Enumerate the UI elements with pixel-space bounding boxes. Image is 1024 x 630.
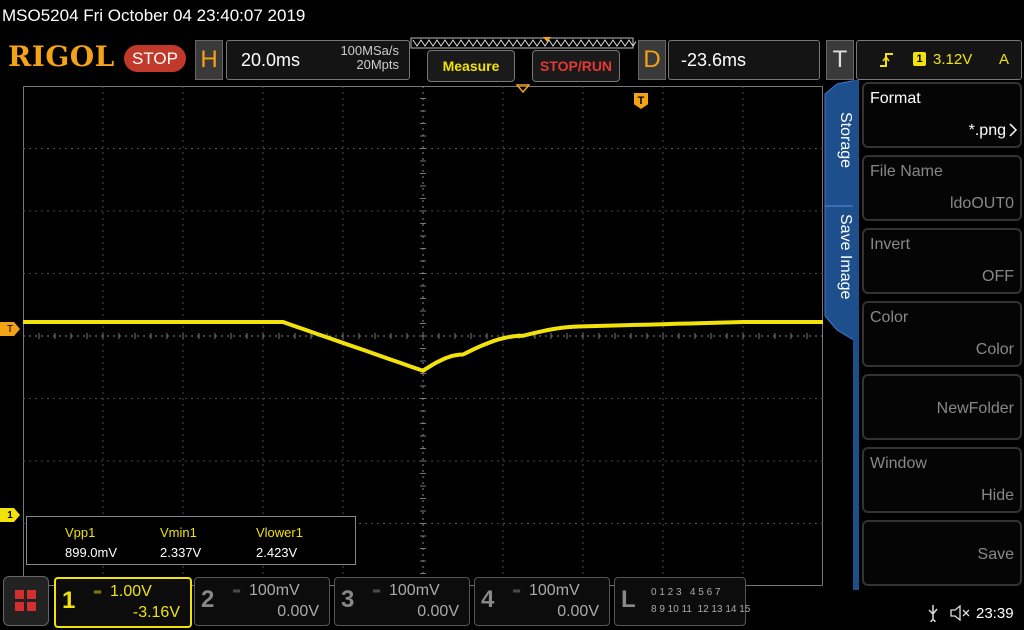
delay-value: -23.6ms [681, 50, 747, 70]
meas-name: Vlower1 [256, 525, 303, 540]
delay-panel[interactable]: -23.6ms [668, 40, 820, 80]
menu-value: Hide [981, 487, 1014, 504]
tab-storage[interactable]: Storage [834, 112, 854, 182]
menu-item-invert[interactable]: Invert OFF [862, 228, 1022, 294]
channel-offset: 0.00V [277, 603, 319, 620]
channel-number: 2 [201, 586, 215, 613]
speaker-muted-icon[interactable] [950, 605, 970, 621]
menu-value: Save [977, 546, 1014, 563]
menu-label: Format [870, 90, 921, 107]
delay-label[interactable]: D [638, 40, 666, 80]
horizontal-panel[interactable]: 20.0ms 100MSa/s 20Mpts [226, 40, 410, 80]
channel-offset: 0.00V [557, 603, 599, 620]
trigger-source-badge: 1 [913, 52, 926, 66]
sample-rate: 100MSa/s [340, 43, 399, 58]
menu-value: NewFolder [936, 400, 1014, 417]
channel-number: 1 [62, 587, 76, 614]
dc-coupling-icon: ═ [373, 586, 381, 597]
trigger-position-marker [516, 84, 530, 94]
meas-name: Vmin1 [160, 525, 197, 540]
channel-offset: -3.16V [132, 604, 180, 621]
menu-item-format[interactable]: Format *.png [862, 82, 1022, 148]
menu-value: ldoOUT0 [949, 195, 1014, 212]
meas-value: 2.423V [256, 545, 298, 560]
status-clock: 23:39 [976, 605, 1014, 622]
channel-number: 3 [341, 586, 355, 613]
grid-menu-icon [15, 590, 36, 611]
menu-item-save[interactable]: Save [862, 520, 1022, 586]
channel-scale: 100mV [529, 582, 580, 599]
menu-label: File Name [870, 163, 943, 180]
channel1-panel[interactable]: 1 ═ 1.00V -3.16V [54, 577, 192, 628]
trigger-level: 3.12V [933, 51, 973, 68]
side-menu-border [853, 80, 859, 590]
meas-name: Vpp1 [65, 525, 96, 540]
trigger-label[interactable]: T [826, 40, 854, 80]
waveform-display[interactable] [23, 86, 823, 586]
rising-edge-icon [880, 53, 893, 67]
menu-item-new-folder[interactable]: NewFolder [862, 374, 1022, 440]
usb-icon [928, 605, 938, 622]
title-bar: MSO5204 Fri October 04 23:40:07 2019 [0, 0, 1024, 32]
channel4-panel[interactable]: 4 ═ 100mV 0.00V [474, 577, 610, 626]
channel-offset: 0.00V [417, 603, 459, 620]
dc-coupling-icon: ═ [513, 586, 521, 597]
menu-label: Window [870, 455, 927, 472]
horizontal-scale: 20.0ms [241, 50, 301, 70]
channel-scale: 100mV [389, 582, 440, 599]
menu-item-file-name[interactable]: File Name ldoOUT0 [862, 155, 1022, 221]
menu-item-window[interactable]: Window Hide [862, 447, 1022, 513]
run-state-badge[interactable]: STOP [124, 45, 186, 72]
memory-depth: 20Mpts [356, 57, 399, 72]
horizontal-label[interactable]: H [195, 40, 223, 80]
dc-coupling-icon: ═ [94, 587, 101, 598]
meas-value: 2.337V [160, 545, 202, 560]
logic-channels-row2: 8 9 10 11 12 13 14 15 [651, 604, 751, 615]
channel-number: 4 [481, 586, 495, 613]
trigger-panel[interactable]: 1 3.12V A [856, 40, 1022, 80]
channel2-panel[interactable]: 2 ═ 100mV 0.00V [194, 577, 330, 626]
menu-value: Color [975, 341, 1014, 358]
logic-channels-row1: 0 1 2 3 4 5 6 7 [651, 587, 721, 598]
tab-save-image[interactable]: Save Image [834, 214, 854, 314]
logic-analyzer-panel[interactable]: L 0 1 2 3 4 5 6 7 8 9 10 11 12 13 14 15 [614, 577, 750, 626]
measurement-panel: Vpp1 899.0mV Vmin1 2.337V Vlower1 2.423V [26, 516, 356, 565]
device-title: MSO5204 Fri October 04 23:40:07 2019 [2, 6, 306, 25]
trigger-mode: A [999, 51, 1010, 68]
chevron-right-icon [1009, 123, 1018, 137]
main-menu-button[interactable] [3, 576, 49, 626]
channel-scale: 1.00V [110, 583, 152, 600]
menu-value: *.png [968, 122, 1006, 139]
meas-value: 899.0mV [65, 545, 118, 560]
menu-item-color[interactable]: Color Color [862, 301, 1022, 367]
trigger-level-marker[interactable]: T [0, 322, 20, 336]
stop-run-button[interactable]: STOP/RUN [532, 50, 620, 82]
menu-label: Color [870, 309, 909, 326]
channel1-offset-marker[interactable]: 1 [0, 508, 20, 522]
logic-label: L [621, 586, 636, 613]
dc-coupling-icon: ═ [233, 586, 241, 597]
timebase-position-bar [410, 37, 636, 49]
rigol-logo: RIGOL [8, 40, 115, 73]
menu-label: Invert [870, 236, 911, 253]
graticule [23, 86, 823, 586]
menu-value: OFF [982, 268, 1014, 285]
channel3-panel[interactable]: 3 ═ 100mV 0.00V [334, 577, 470, 626]
channel-scale: 100mV [249, 582, 300, 599]
measure-button[interactable]: Measure [427, 50, 515, 82]
